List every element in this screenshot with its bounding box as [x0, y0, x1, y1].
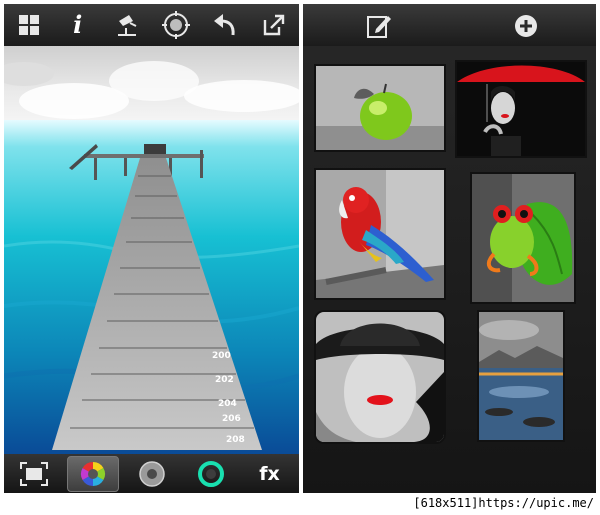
spotlight-icon[interactable] [109, 7, 145, 43]
editor-bottom-toolbar: fx [4, 454, 299, 493]
fx-button[interactable]: fx [244, 456, 296, 492]
watermark-text: [618x511]https://upic.me/ [413, 496, 594, 510]
gallery-top-toolbar [303, 4, 596, 46]
plank-number: 208 [226, 435, 245, 445]
crop-frame-icon[interactable] [8, 456, 60, 492]
thumbnail-gallery [303, 46, 596, 493]
plank-number: 200 [212, 351, 231, 361]
editor-top-toolbar: i [4, 4, 299, 46]
plank-number: 202 [215, 375, 234, 385]
grid-icon[interactable] [11, 7, 47, 43]
thumb-lake-landscape[interactable] [477, 310, 565, 442]
plank-number: 206 [222, 414, 241, 424]
info-icon[interactable]: i [60, 7, 96, 43]
thumb-tree-frog[interactable] [470, 172, 576, 304]
share-icon[interactable] [256, 7, 292, 43]
thumb-green-apple[interactable] [314, 64, 446, 152]
gray-wheel-icon[interactable] [126, 456, 178, 492]
target-icon[interactable] [158, 7, 194, 43]
thumb-red-lips-woman[interactable] [314, 310, 446, 444]
add-icon[interactable] [508, 8, 544, 44]
undo-icon[interactable] [207, 7, 243, 43]
color-wheel-icon[interactable] [66, 455, 119, 492]
thumb-red-parrot[interactable] [314, 168, 446, 300]
plank-number: 204 [218, 399, 237, 409]
info-glyph: i [73, 10, 83, 39]
fx-label: fx [259, 462, 280, 485]
editor-screen: i 200 202 204 206 208 fx [4, 4, 299, 493]
gallery-screen [303, 4, 596, 493]
screenshot-frame: i 200 202 204 206 208 fx [618x511]https:… [0, 0, 600, 515]
pier-photo[interactable]: 200 202 204 206 208 [4, 46, 299, 454]
teal-wheel-icon[interactable] [185, 456, 237, 492]
thumb-red-umbrella[interactable] [455, 60, 587, 158]
edit-icon[interactable] [361, 8, 397, 44]
